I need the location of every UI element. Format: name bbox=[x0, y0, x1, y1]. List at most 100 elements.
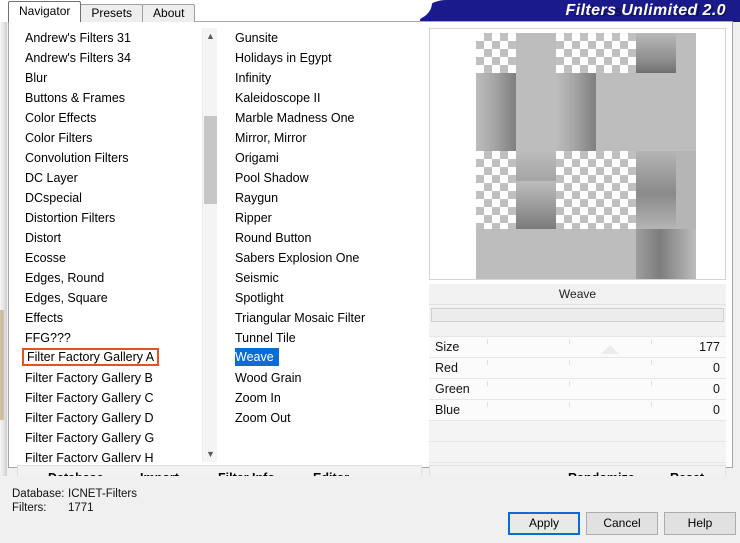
scroll-down-icon[interactable]: ▼ bbox=[203, 446, 217, 462]
preview-pane[interactable] bbox=[429, 28, 726, 280]
parameter-row-empty bbox=[429, 420, 726, 441]
database-status-value: ICNET-Filters bbox=[68, 488, 137, 500]
preset-field[interactable] bbox=[431, 308, 724, 322]
preview-transparent-block bbox=[476, 33, 516, 73]
list-item[interactable]: Edges, Square bbox=[17, 288, 201, 308]
parameter-value: 0 bbox=[713, 361, 720, 375]
list-item[interactable]: Raygun bbox=[227, 188, 406, 208]
parameter-label: Blue bbox=[435, 403, 461, 417]
preview-strand bbox=[476, 73, 516, 151]
list-item[interactable]: Filter Factory Gallery G bbox=[17, 428, 201, 448]
category-list[interactable]: Andrew's Filters 31 Andrew's Filters 34 … bbox=[17, 28, 217, 462]
list-item[interactable]: Filter Factory Gallery B bbox=[17, 368, 201, 388]
preview-transparent-block bbox=[556, 33, 636, 73]
preview-strand bbox=[636, 151, 676, 229]
cancel-button[interactable]: Cancel bbox=[586, 512, 658, 535]
database-status-label: Database: bbox=[12, 488, 65, 500]
filter-preview-image bbox=[476, 33, 696, 279]
preview-transparent-block bbox=[556, 151, 636, 229]
filter-list-scrollbar[interactable]: ▲ ▼ bbox=[407, 28, 422, 462]
list-item[interactable]: Color Filters bbox=[17, 128, 201, 148]
scrollbar-thumb[interactable] bbox=[204, 116, 217, 204]
app-title: Filters Unlimited 2.0 bbox=[565, 2, 726, 19]
list-item[interactable]: Convolution Filters bbox=[17, 148, 201, 168]
list-item[interactable]: Zoom In bbox=[227, 388, 406, 408]
preview-strand bbox=[676, 33, 696, 73]
list-item[interactable]: Filter Factory Gallery D bbox=[17, 408, 201, 428]
parameter-row-size[interactable]: Size 177 bbox=[429, 336, 726, 357]
list-item[interactable]: Effects bbox=[17, 308, 201, 328]
slider-handle[interactable] bbox=[601, 345, 619, 354]
list-item[interactable]: Wood Grain bbox=[227, 368, 406, 388]
category-list-items: Andrew's Filters 31 Andrew's Filters 34 … bbox=[17, 28, 201, 462]
list-item[interactable]: DC Layer bbox=[17, 168, 201, 188]
list-item[interactable]: Infinity bbox=[227, 68, 406, 88]
list-item[interactable]: Andrew's Filters 31 bbox=[17, 28, 201, 48]
preview-strand bbox=[516, 181, 556, 229]
preview-strand bbox=[596, 73, 696, 151]
preview-strand bbox=[636, 33, 676, 73]
list-item[interactable]: Pool Shadow bbox=[227, 168, 406, 188]
preview-transparent-block bbox=[476, 151, 516, 229]
category-list-scrollbar[interactable]: ▲ ▼ bbox=[202, 28, 217, 462]
parameter-spacer bbox=[429, 322, 726, 336]
list-item[interactable]: Tunnel Tile bbox=[227, 328, 406, 348]
navigator-panel: Andrew's Filters 31 Andrew's Filters 34 … bbox=[8, 21, 733, 504]
list-item[interactable]: Seismic bbox=[227, 268, 406, 288]
filters-status-label: Filters: bbox=[12, 502, 47, 514]
list-item[interactable]: Blur bbox=[17, 68, 201, 88]
tab-presets[interactable]: Presets bbox=[80, 4, 144, 22]
list-item-highlighted-wrapper: Filter Factory Gallery A bbox=[17, 348, 201, 368]
list-item[interactable]: Zoom Out bbox=[227, 408, 406, 428]
preview-strand bbox=[556, 73, 596, 151]
scroll-up-icon[interactable]: ▲ bbox=[203, 28, 217, 44]
list-item[interactable]: Andrew's Filters 34 bbox=[17, 48, 201, 68]
edge-accent-middle bbox=[0, 310, 4, 420]
parameter-pane: Weave Size 177 Red 0 Green 0 Blue 0 bbox=[429, 284, 726, 504]
list-item-selected-wrapper: Weave bbox=[227, 348, 406, 368]
list-item[interactable]: Triangular Mosaic Filter bbox=[227, 308, 406, 328]
list-item[interactable]: Mirror, Mirror bbox=[227, 128, 406, 148]
parameter-label: Green bbox=[435, 382, 470, 396]
parameter-value: 0 bbox=[713, 382, 720, 396]
list-item[interactable]: FFG??? bbox=[17, 328, 201, 348]
list-item[interactable]: Spotlight bbox=[227, 288, 406, 308]
tab-strip: Navigator Presets About bbox=[8, 1, 196, 22]
list-item[interactable]: Buttons & Frames bbox=[17, 88, 201, 108]
list-item[interactable]: Round Button bbox=[227, 228, 406, 248]
list-item[interactable]: Gunsite bbox=[227, 28, 406, 48]
parameter-label: Red bbox=[435, 361, 458, 375]
apply-button[interactable]: Apply bbox=[508, 512, 580, 535]
filters-unlimited-window: Filters Unlimited 2.0 Filters Unlimited 2… bbox=[0, 0, 740, 543]
parameter-value: 177 bbox=[699, 340, 720, 354]
tab-about[interactable]: About bbox=[142, 4, 196, 22]
list-item-selected[interactable]: Weave bbox=[235, 348, 279, 366]
parameter-label: Size bbox=[435, 340, 460, 354]
list-item[interactable]: Edges, Round bbox=[17, 268, 201, 288]
list-item[interactable]: Ecosse bbox=[17, 248, 201, 268]
parameter-row-blue[interactable]: Blue 0 bbox=[429, 399, 726, 420]
list-item[interactable]: Marble Madness One bbox=[227, 108, 406, 128]
list-item[interactable]: Filter Factory Gallery C bbox=[17, 388, 201, 408]
tab-navigator[interactable]: Navigator bbox=[8, 1, 82, 22]
parameter-value: 0 bbox=[713, 403, 720, 417]
list-item[interactable]: Sabers Explosion One bbox=[227, 248, 406, 268]
list-item[interactable]: Ripper bbox=[227, 208, 406, 228]
list-item[interactable]: Origami bbox=[227, 148, 406, 168]
help-button[interactable]: Help bbox=[664, 512, 736, 535]
preview-strand bbox=[476, 229, 636, 279]
parameter-row-green[interactable]: Green 0 bbox=[429, 378, 726, 399]
list-item[interactable]: Holidays in Egypt bbox=[227, 48, 406, 68]
filter-list[interactable]: Gunsite Holidays in Egypt Infinity Kalei… bbox=[227, 28, 422, 462]
window-left-edge bbox=[0, 0, 7, 543]
list-item[interactable]: Filter Factory Gallery H bbox=[17, 448, 201, 462]
list-item[interactable]: DCspecial bbox=[17, 188, 201, 208]
list-item[interactable]: Distort bbox=[17, 228, 201, 248]
list-item[interactable]: Color Effects bbox=[17, 108, 201, 128]
parameter-row-empty bbox=[429, 441, 726, 462]
parameter-row-red[interactable]: Red 0 bbox=[429, 357, 726, 378]
list-item-highlighted[interactable]: Filter Factory Gallery A bbox=[22, 348, 160, 366]
list-item[interactable]: Kaleidoscope II bbox=[227, 88, 406, 108]
list-item[interactable]: Distortion Filters bbox=[17, 208, 201, 228]
filter-list-items: Gunsite Holidays in Egypt Infinity Kalei… bbox=[227, 28, 406, 462]
